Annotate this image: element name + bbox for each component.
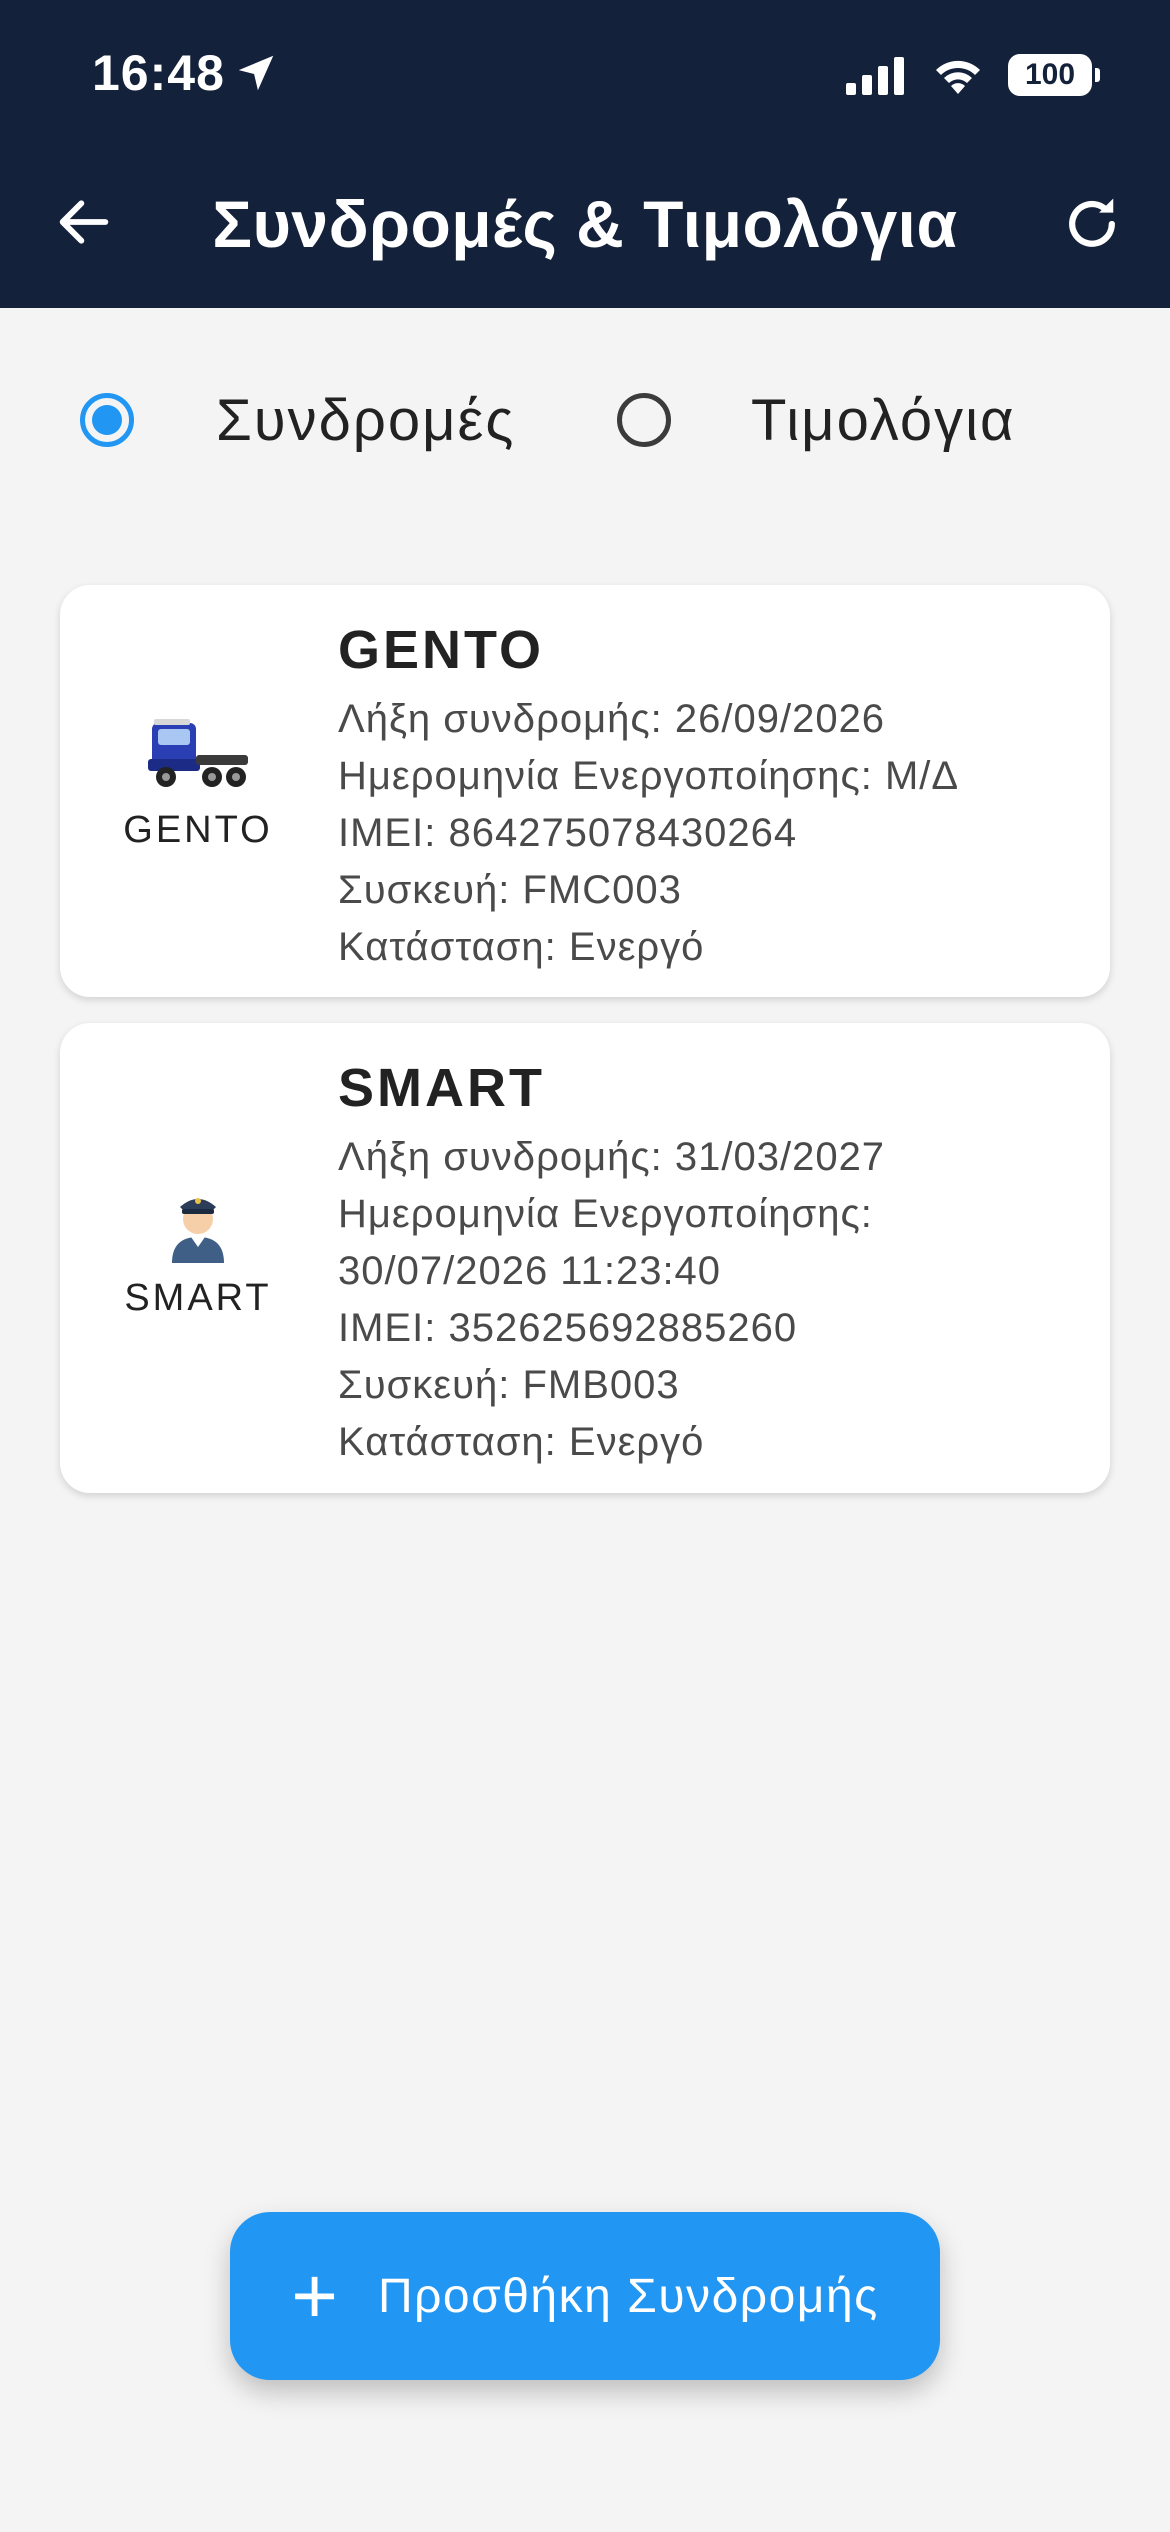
radio-invoices-label[interactable]: Τιμολόγια — [751, 387, 1016, 454]
status-indicators: 100 — [844, 54, 1100, 96]
device-line: Συσκευή: FMB003 — [338, 1363, 680, 1407]
cellular-signal-icon — [846, 57, 904, 95]
truck-icon — [148, 719, 248, 787]
subscription-details: GENTO Λήξη συνδρομής: 26/09/2026 Ημερομη… — [338, 619, 1080, 976]
expiry-line: Λήξη συνδρομής: 31/03/2027 — [338, 1135, 886, 1179]
radio-subscriptions[interactable]: Συνδρομές — [80, 380, 515, 460]
activation-line: Ημερομηνία Ενεργοποίησης: — [338, 1192, 873, 1236]
activation-line: Ημερομηνία Ενεργοποίησης: Μ/Δ — [338, 754, 960, 798]
location-arrow-icon — [238, 55, 274, 91]
refresh-icon[interactable] — [1058, 190, 1126, 258]
subscription-title: SMART — [338, 1058, 545, 1118]
vehicle-icon-block: GENTO — [60, 715, 336, 852]
app-screen: 16:48 100 Συνδρομές & Τιμολόγια Συνδρομέ… — [0, 0, 1170, 2532]
vehicle-label: SMART — [124, 1277, 272, 1319]
imei-line: IMEI: 864275078430264 — [338, 811, 798, 855]
driver-icon — [172, 1198, 224, 1263]
app-header: 16:48 100 Συνδρομές & Τιμολόγια — [0, 0, 1170, 308]
imei-line: IMEI: 352625692885260 — [338, 1306, 798, 1350]
activation-date-line: 30/07/2026 11:23:40 — [338, 1249, 722, 1293]
page-title: Συνδρομές & Τιμολόγια — [212, 187, 958, 261]
view-selector: Συνδρομές Τιμολόγια — [0, 380, 1170, 460]
add-subscription-label: Προσθήκη Συνδρομής — [377, 2269, 879, 2323]
vehicle-icon-block: SMART — [60, 1183, 336, 1320]
expiry-line: Λήξη συνδρομής: 26/09/2026 — [338, 697, 886, 741]
radio-button-selected[interactable] — [80, 393, 134, 447]
vehicle-label: GENTO — [123, 809, 273, 851]
wifi-icon — [936, 60, 980, 94]
radio-button-unselected[interactable] — [617, 393, 671, 447]
subscription-title: GENTO — [338, 620, 545, 680]
status-time: 16:48 — [92, 44, 279, 102]
device-line: Συσκευή: FMC003 — [338, 868, 682, 912]
radio-invoices[interactable]: Τιμολόγια — [617, 380, 1016, 460]
status-line: Κατάσταση: Ενεργό — [338, 925, 705, 969]
battery-level: 100 — [1024, 58, 1076, 91]
add-subscription-button[interactable]: + Προσθήκη Συνδρομής — [230, 2212, 940, 2380]
radio-subscriptions-label[interactable]: Συνδρομές — [216, 387, 515, 454]
plus-icon: + — [291, 2251, 338, 2340]
subscription-card[interactable]: GENTO GENTO Λήξη συνδρομής: 26/09/2026 Η… — [60, 585, 1110, 997]
status-line: Κατάσταση: Ενεργό — [338, 1420, 705, 1464]
subscription-card[interactable]: SMART SMART Λήξη συνδρομής: 31/03/2027 Η… — [60, 1023, 1110, 1493]
battery-indicator: 100 — [1008, 54, 1100, 96]
subscription-details: SMART Λήξη συνδρομής: 31/03/2027 Ημερομη… — [338, 1057, 1080, 1471]
status-time-text: 16:48 — [92, 45, 225, 101]
